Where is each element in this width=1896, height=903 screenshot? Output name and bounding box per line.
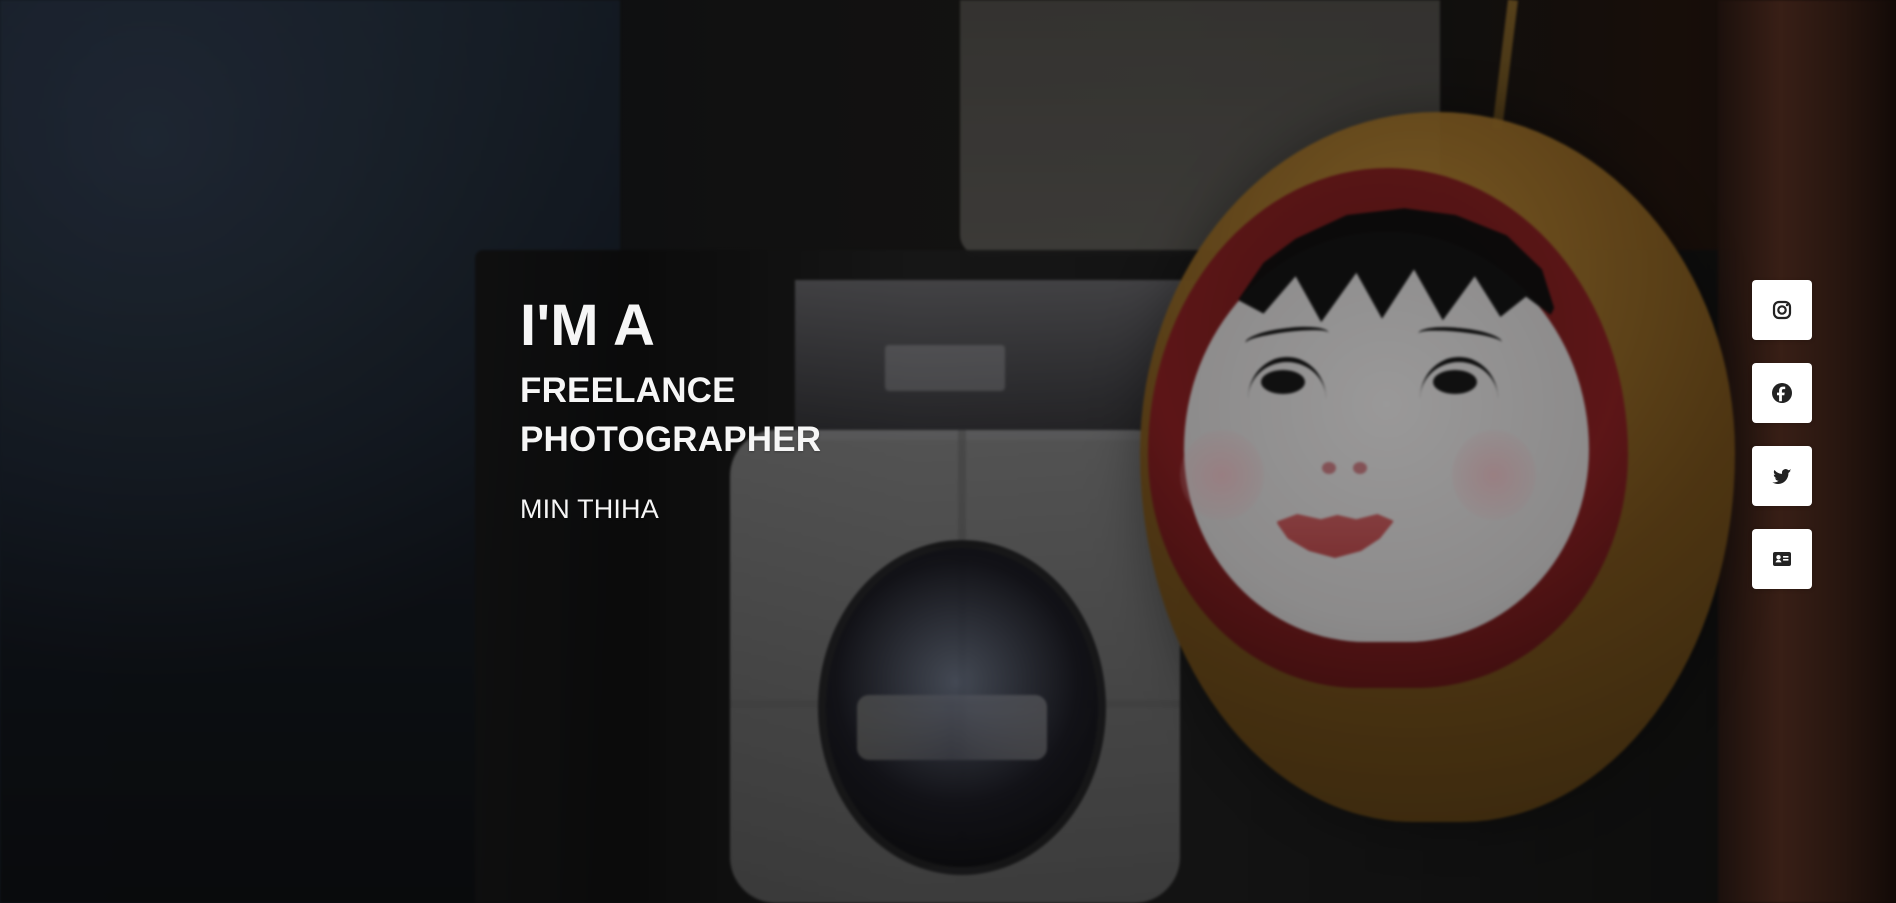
hero-copy: I'M A FREELANCE PHOTOGRAPHER MIN THIHA — [520, 295, 821, 525]
twitter-button[interactable] — [1752, 446, 1812, 506]
facebook-icon — [1772, 383, 1792, 403]
instagram-icon — [1772, 300, 1792, 320]
hero-role-line-2: PHOTOGRAPHER — [520, 420, 822, 459]
social-links — [1752, 280, 1812, 589]
twitter-icon — [1772, 469, 1792, 484]
hero-name: MIN THIHA — [520, 494, 659, 524]
hero-role: FREELANCE PHOTOGRAPHER — [520, 366, 821, 464]
contact-card-icon — [1773, 552, 1791, 566]
hero-role-line-1: FREELANCE — [520, 371, 736, 410]
hero-intro: I'M A — [520, 293, 656, 358]
instagram-button[interactable] — [1752, 280, 1812, 340]
contact-card-button[interactable] — [1752, 529, 1812, 589]
hero-section: I'M A FREELANCE PHOTOGRAPHER MIN THIHA — [0, 0, 1896, 903]
hero-dark-overlay — [0, 0, 1896, 903]
facebook-button[interactable] — [1752, 363, 1812, 423]
